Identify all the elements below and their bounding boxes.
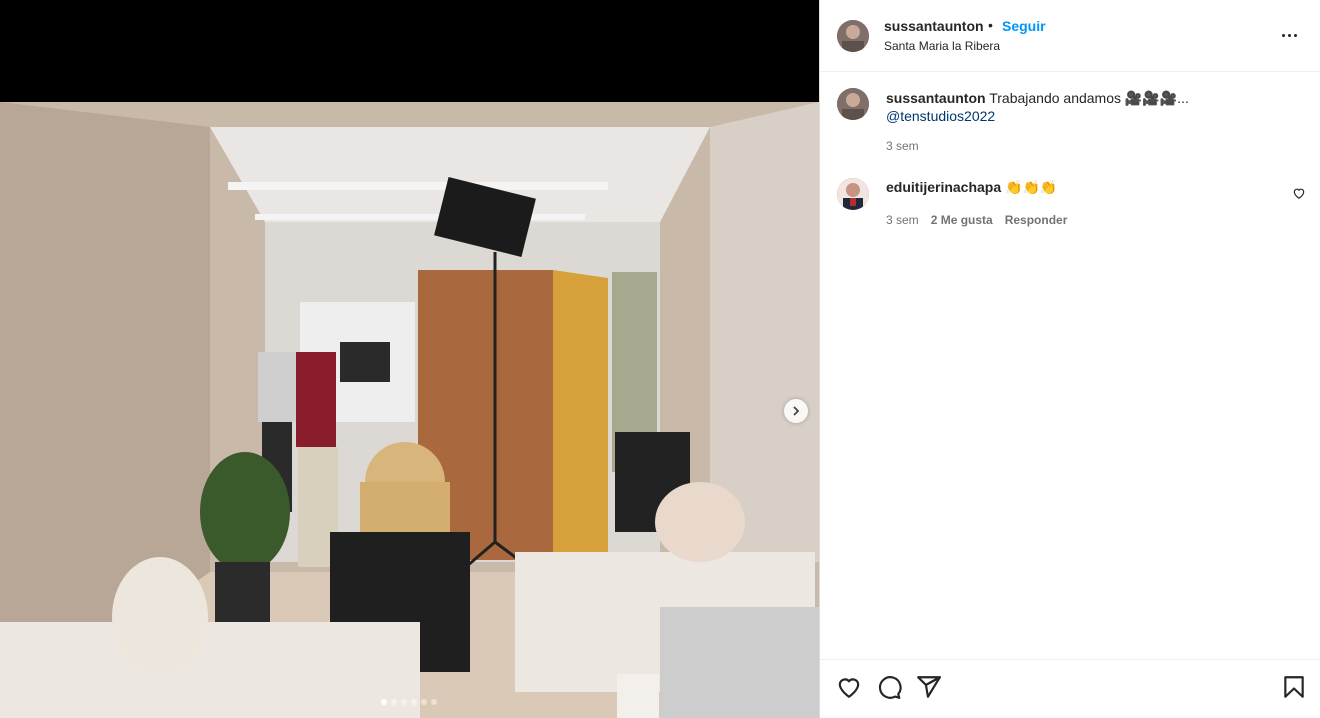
heart-icon[interactable] <box>836 674 862 700</box>
caption-mention[interactable]: @tenstudios2022 <box>886 108 995 124</box>
caption-timestamp[interactable]: 3 sem <box>886 139 919 153</box>
comment-icon[interactable] <box>876 674 902 700</box>
avatar-image <box>837 88 869 120</box>
carousel-dot <box>411 699 417 705</box>
action-bar <box>820 659 1320 718</box>
commenter-avatar[interactable] <box>837 178 869 210</box>
carousel-dot <box>421 699 427 705</box>
caption-avatar[interactable] <box>837 88 869 120</box>
carousel-dot <box>431 699 437 705</box>
carousel-dot <box>381 699 387 705</box>
post-media <box>0 0 819 718</box>
carousel-dot <box>401 699 407 705</box>
post-header: sussantaunton • Seguir Santa Maria la Ri… <box>820 0 1320 72</box>
more-options-icon[interactable] <box>1282 28 1302 42</box>
author-username[interactable]: sussantaunton <box>884 18 984 34</box>
bookmark-icon[interactable] <box>1281 674 1307 700</box>
caption-body: Trabajando andamos 🎥🎥🎥... <box>989 90 1189 106</box>
avatar-image <box>837 178 869 210</box>
author-avatar[interactable] <box>837 20 869 52</box>
comment-like-heart-icon[interactable] <box>1292 186 1306 200</box>
post-location[interactable]: Santa Maria la Ribera <box>884 39 1000 53</box>
reply-button[interactable]: Responder <box>1005 213 1068 227</box>
caption-text: sussantaunton Trabajando andamos 🎥🎥🎥... … <box>886 89 1276 125</box>
follow-button[interactable]: Seguir <box>1002 18 1046 34</box>
comment-likes-count[interactable]: 2 Me gusta <box>931 213 993 227</box>
comment-text: eduitijerinachapa 👏👏👏 <box>886 179 1057 196</box>
post-photo[interactable] <box>0 102 819 718</box>
post-panel: sussantaunton • Seguir Santa Maria la Ri… <box>819 0 1320 718</box>
comment-timestamp[interactable]: 3 sem <box>886 213 919 227</box>
carousel-dot <box>391 699 397 705</box>
next-photo-button[interactable] <box>784 399 808 423</box>
caption-username[interactable]: sussantaunton <box>886 90 986 106</box>
separator-dot: • <box>988 17 993 33</box>
avatar-image <box>837 20 869 52</box>
comment-body: 👏👏👏 <box>1005 179 1058 195</box>
chevron-right-icon <box>793 406 800 416</box>
comment-username[interactable]: eduitijerinachapa <box>886 179 1001 195</box>
comment-meta: 3 sem 2 Me gusta Responder <box>886 213 1067 227</box>
share-icon[interactable] <box>916 674 942 700</box>
carousel-indicator <box>381 699 437 705</box>
photo-illustration <box>0 102 819 718</box>
